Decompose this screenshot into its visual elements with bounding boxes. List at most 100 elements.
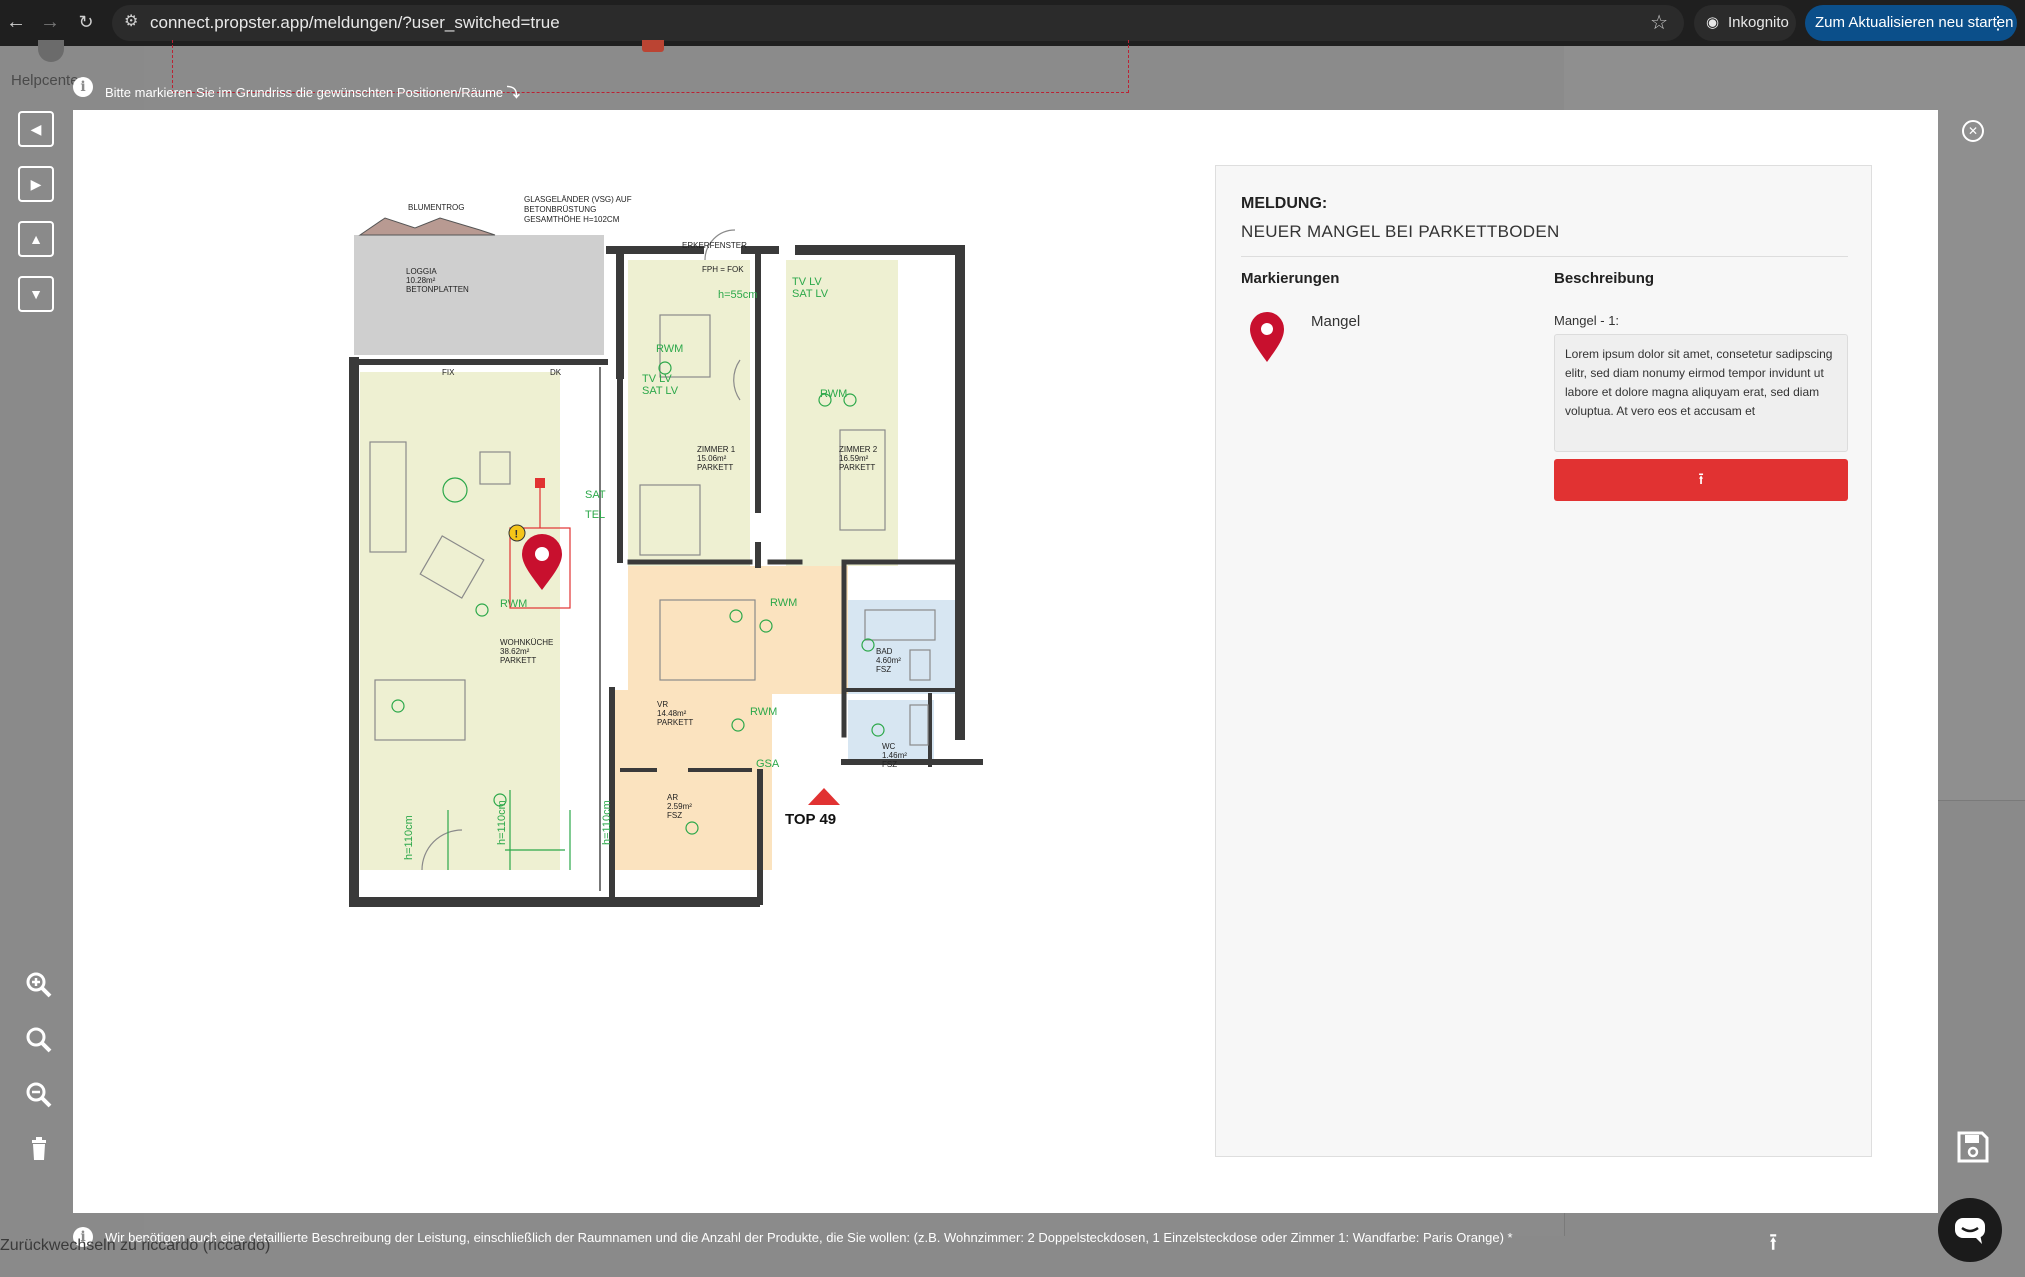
room-bad-floor: FSZ: [876, 665, 891, 674]
plan-label-betonbruestung: BETONBRÜSTUNG: [524, 205, 596, 214]
description-heading: Beschreibung: [1554, 270, 1655, 287]
marker-rotate-handle[interactable]: [535, 478, 545, 488]
plan-label-satlv: SAT LV: [642, 385, 679, 397]
room-zimmer1-floor: PARKETT: [697, 463, 733, 472]
plan-label-gesamthoehe: GESAMTHÖHE H=102CM: [524, 215, 620, 224]
arrow-up-icon: ▲: [29, 231, 43, 247]
room-zimmer2-area: 16.59m²: [839, 454, 869, 463]
arrow-right-icon: ▶: [30, 176, 42, 192]
incognito-indicator[interactable]: ◉ Inkognito: [1694, 5, 1796, 41]
meldung-panel: MELDUNG: NEUER MANGEL BEI PARKETTBODEN M…: [1215, 165, 1872, 1157]
plan-label-rwm-vr2: RWM: [750, 706, 777, 718]
url-text: connect.propster.app/meldungen/?user_swi…: [150, 13, 560, 32]
room-ar-floor: FSZ: [667, 811, 682, 820]
room-vr-area: 14.48m²: [657, 709, 687, 718]
marker-pin-shape: [1250, 312, 1284, 362]
plan-label-rwm-vr: RWM: [770, 597, 797, 609]
site-settings-icon[interactable]: ⚙: [124, 11, 138, 31]
incognito-label: Inkognito: [1728, 14, 1789, 31]
hint-mark-positions: Bitte markieren Sie im Grundriss die gew…: [105, 82, 520, 101]
zoom-out-icon[interactable]: [24, 1080, 54, 1110]
floorplan-image[interactable]: RWM RWM RWM RWM RWM TV LV SAT LV TV LV S…: [330, 190, 990, 910]
upload-arrow-icon[interactable]: ⭱: [1769, 1225, 1777, 1266]
marker-description-textarea[interactable]: Lorem ipsum dolor sit amet, consetetur s…: [1554, 334, 1848, 452]
pan-left-button[interactable]: ◀: [18, 111, 54, 147]
room-loggia-name: LOGGIA: [406, 267, 437, 276]
marker-pin-hole: [1261, 323, 1273, 335]
help-icon[interactable]: [38, 40, 64, 62]
arrow-down-icon: ▼: [29, 286, 43, 302]
plan-top-label: TOP 49: [785, 811, 836, 828]
zoom-reset-icon[interactable]: [24, 1025, 54, 1055]
backdrop-badge: [642, 40, 664, 52]
marker-pin-icon[interactable]: [1249, 312, 1285, 362]
incognito-icon: ◉: [1706, 14, 1720, 31]
arrow-down-hint-icon: ⤵: [506, 85, 520, 100]
room-zimmer2: [786, 260, 898, 566]
relaunch-update-button[interactable]: Zum Aktualisieren neu starten ⋮: [1805, 5, 2017, 41]
plan-label-gsa: GSA: [756, 758, 780, 770]
bookmark-star-icon[interactable]: ☆: [1650, 10, 1668, 35]
warning-icon-glyph: !: [515, 529, 519, 541]
room-bad-name: BAD: [876, 647, 893, 656]
trash-icon[interactable]: [24, 1134, 54, 1164]
address-bar[interactable]: ⚙ connect.propster.app/meldungen/?user_s…: [112, 5, 1684, 41]
info-icon: i: [73, 77, 93, 97]
room-zimmer1-area: 15.06m²: [697, 454, 727, 463]
plan-label-h55: h=55cm: [718, 289, 757, 301]
reload-icon[interactable]: ↻: [74, 10, 98, 34]
plan-label-fph: FPH = FOK: [702, 265, 744, 274]
plan-label-tvlv: TV LV: [642, 373, 672, 385]
plan-label-h110-c: h=110cm: [601, 800, 613, 845]
plan-label-dk: DK: [550, 368, 562, 377]
save-icon[interactable]: [1956, 1130, 1990, 1164]
panel-divider: [1241, 256, 1848, 257]
plan-label-sat: SAT: [585, 489, 606, 501]
plan-label-rwm-zimmer2: RWM: [820, 388, 847, 400]
zoom-in-icon[interactable]: [24, 970, 54, 1000]
marker-description-text: Lorem ipsum dolor sit amet, consetetur s…: [1565, 347, 1833, 418]
plan-label-blumentrog: BLUMENTROG: [408, 203, 464, 212]
relaunch-update-label: Zum Aktualisieren neu starten: [1815, 14, 2014, 31]
forward-icon[interactable]: →: [38, 10, 62, 34]
room-vr-floor: PARKETT: [657, 718, 693, 727]
plan-label-rwm-zimmer1: RWM: [656, 343, 683, 355]
room-wc-floor: FSZ: [882, 760, 897, 769]
chat-button[interactable]: [1938, 1198, 2002, 1262]
chat-icon: [1955, 1218, 1985, 1244]
room-wohnkueche: [360, 372, 560, 870]
plan-label-glasgelaender: GLASGELÄNDER (VSG) AUF: [524, 195, 632, 204]
browser-menu-icon[interactable]: ⋮: [1989, 5, 2007, 41]
hint-mark-positions-text: Bitte markieren Sie im Grundriss die gew…: [105, 85, 504, 100]
room-wc-area: 1.46m²: [882, 751, 907, 760]
room-wohnkueche-floor: PARKETT: [500, 656, 536, 665]
room-vr: [628, 566, 848, 694]
marker-description-label: Mangel - 1:: [1554, 313, 1620, 328]
plan-label-fix: FIX: [442, 368, 455, 377]
room-bad-area: 4.60m²: [876, 656, 901, 665]
room-loggia-floor: BETONPLATTEN: [406, 285, 469, 294]
room-zimmer2-floor: PARKETT: [839, 463, 875, 472]
room-ar-name: AR: [667, 793, 678, 802]
map-pin-hole: [535, 547, 549, 561]
switch-back-link[interactable]: Zurückwechseln zu riccardo (riccardo): [0, 1237, 270, 1255]
upload-icon: ⭱: [1698, 471, 1704, 488]
close-modal-button[interactable]: ✕: [1962, 120, 1984, 142]
marker-name[interactable]: Mangel: [1311, 313, 1360, 330]
room-vr-name: VR: [657, 700, 668, 709]
upload-button[interactable]: ⭱: [1554, 459, 1848, 501]
room-wc-name: WC: [882, 742, 896, 751]
pan-right-button[interactable]: ▶: [18, 166, 54, 202]
plan-label-h110-a: h=110cm: [403, 815, 415, 860]
room-loggia-area: 10.28m²: [406, 276, 436, 285]
plan-label-satlv-2: SAT LV: [792, 288, 829, 300]
room-loggia: [354, 235, 604, 355]
pan-down-button[interactable]: ▼: [18, 276, 54, 312]
back-icon[interactable]: ←: [4, 10, 28, 34]
blumentrog-shape: [358, 217, 496, 236]
close-icon: ✕: [1967, 124, 1979, 138]
pan-up-button[interactable]: ▲: [18, 221, 54, 257]
room-zimmer2-name: ZIMMER 2: [839, 445, 878, 454]
entrance-arrow-icon: [808, 788, 840, 805]
meldung-label: MELDUNG:: [1241, 195, 1328, 212]
